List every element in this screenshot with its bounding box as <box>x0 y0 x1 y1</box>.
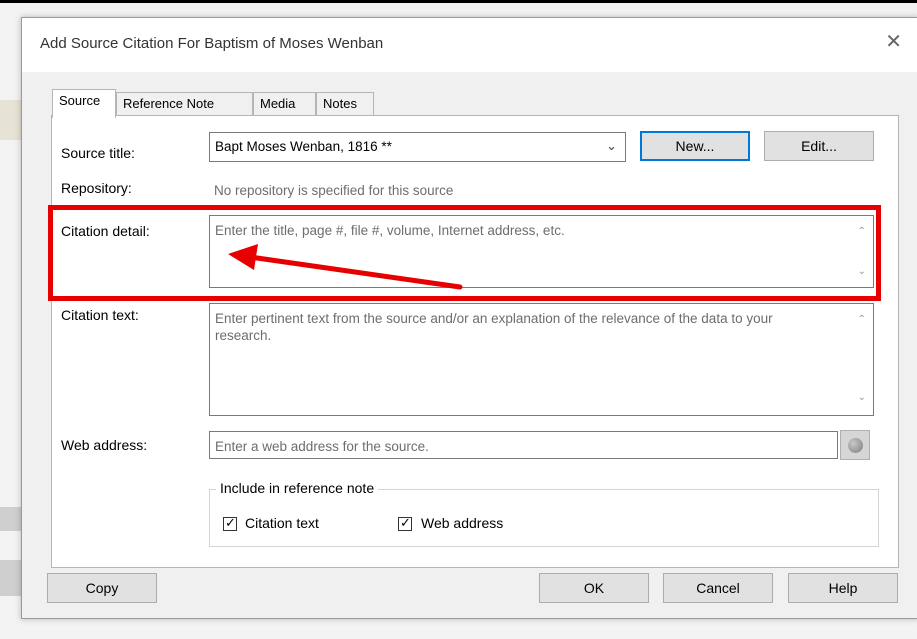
arrow-head <box>228 244 258 270</box>
annotation-arrow-icon <box>228 244 463 290</box>
arrow-shaft <box>247 254 463 290</box>
